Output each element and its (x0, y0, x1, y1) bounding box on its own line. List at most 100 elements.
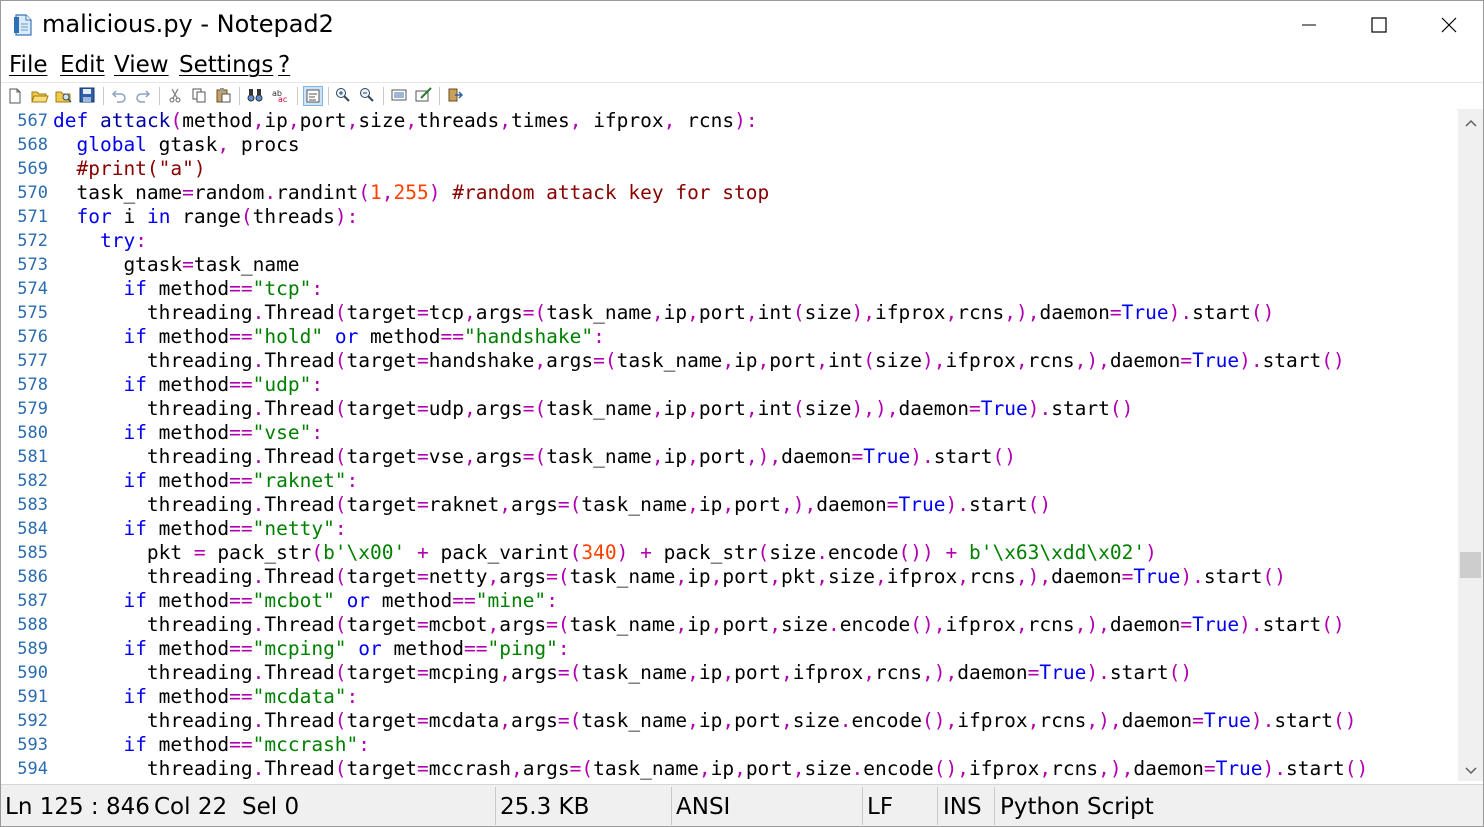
close-button[interactable] (1414, 1, 1483, 49)
code-text: if method=="hold" or method=="handshake"… (123, 325, 605, 348)
code-line[interactable]: 575 threading.Thread(target=tcp,args=(ta… (1, 301, 1457, 325)
scroll-down-button[interactable] (1458, 757, 1483, 781)
line-number: 592 (17, 711, 48, 731)
code-text: if method=="netty": (123, 517, 347, 540)
code-text: threading.Thread(target=mcping,args=(tas… (53, 661, 1193, 684)
line-number: 587 (17, 591, 48, 611)
menu-view[interactable]: View (114, 52, 169, 78)
menu-settings[interactable]: Settings (179, 52, 273, 78)
code-line[interactable]: 587 if method=="mcbot" or method=="mine"… (1, 589, 1457, 613)
line-number: 590 (17, 663, 48, 683)
zoom-in-icon[interactable] (335, 87, 353, 105)
window-title: malicious.py - Notepad2 (42, 10, 334, 38)
code-line[interactable]: 569 #print("a") (1, 157, 1457, 181)
code-line[interactable]: 585 pkt = pack_str(b'\x00' + pack_varint… (1, 541, 1457, 565)
status-divider (862, 787, 863, 825)
line-number: 567 (17, 111, 48, 131)
svg-text:ac: ac (278, 95, 287, 103)
code-line[interactable]: 584 if method=="netty": (1, 517, 1457, 541)
code-text: threading.Thread(target=netty,args=(task… (53, 565, 1287, 588)
code-line[interactable]: 577 threading.Thread(target=handshake,ar… (1, 349, 1457, 373)
code-line[interactable]: 588 threading.Thread(target=mcbot,args=(… (1, 613, 1457, 637)
exit-icon[interactable] (447, 87, 465, 105)
save-icon[interactable] (79, 87, 97, 105)
code-line[interactable]: 582 if method=="raknet": (1, 469, 1457, 493)
line-number: 574 (17, 279, 48, 299)
find-icon[interactable] (247, 87, 265, 105)
status-bar: Ln 125 : 846 Col 22 Sel 0 25.3 KB ANSI L… (1, 784, 1483, 826)
code-line[interactable]: 568 global gtask, procs (1, 133, 1457, 157)
line-number: 572 (17, 231, 48, 251)
code-line[interactable]: 593 if method=="mccrash": (1, 733, 1457, 757)
code-line[interactable]: 570 task_name=random.randint(1,255) #ran… (1, 181, 1457, 205)
zoom-out-icon[interactable] (359, 87, 377, 105)
status-scheme[interactable]: Python Script (1000, 785, 1154, 826)
customize-icon[interactable] (415, 87, 433, 105)
code-line[interactable]: 583 threading.Thread(target=raknet,args=… (1, 493, 1457, 517)
replace-icon[interactable]: ab ac (271, 87, 289, 105)
menu-file[interactable]: File (9, 52, 48, 78)
code-line[interactable]: 576 if method=="hold" or method=="handsh… (1, 325, 1457, 349)
code-text: threading.Thread(target=mccrash,args=(ta… (53, 757, 1369, 780)
minimize-button[interactable] (1274, 1, 1344, 49)
browse-icon[interactable] (55, 87, 73, 105)
code-text: threading.Thread(target=mcbot,args=(task… (53, 613, 1345, 636)
code-line[interactable]: 586 threading.Thread(target=netty,args=(… (1, 565, 1457, 589)
code-text: global gtask, procs (76, 133, 300, 156)
code-line[interactable]: 574 if method=="tcp": (1, 277, 1457, 301)
code-text: gtask=task_name (53, 253, 300, 276)
code-line[interactable]: 572 try: (1, 229, 1457, 253)
code-line[interactable]: 594 threading.Thread(target=mccrash,args… (1, 757, 1457, 781)
code-line[interactable]: 580 if method=="vse": (1, 421, 1457, 445)
code-line[interactable]: 592 threading.Thread(target=mcdata,args=… (1, 709, 1457, 733)
title-bar[interactable]: malicious.py - Notepad2 (1, 1, 1483, 49)
code-line[interactable]: 571 for i in range(threads): (1, 205, 1457, 229)
maximize-button[interactable] (1344, 1, 1414, 49)
code-line[interactable]: 578 if method=="udp": (1, 373, 1457, 397)
vertical-scrollbar[interactable] (1458, 109, 1483, 781)
code-line[interactable]: 581 threading.Thread(target=vse,args=(ta… (1, 445, 1457, 469)
word-wrap-icon[interactable] (303, 86, 323, 106)
code-line[interactable]: 567 def attack(method,ip,port,size,thread… (1, 109, 1457, 133)
code-line[interactable]: 589 if method=="mcping" or method=="ping… (1, 637, 1457, 661)
status-position: Ln 125 : 846 (5, 794, 150, 820)
code-text: if method=="mccrash": (123, 733, 371, 756)
new-icon[interactable] (7, 87, 25, 105)
status-divider (671, 787, 672, 825)
menu-edit[interactable]: Edit (60, 52, 105, 78)
menu-help[interactable]: ? (278, 52, 290, 78)
undo-icon[interactable] (111, 87, 129, 105)
code-line[interactable]: 579 threading.Thread(target=udp,args=(ta… (1, 397, 1457, 421)
status-encoding[interactable]: ANSI (676, 785, 730, 826)
code-line[interactable]: 591 if method=="mcdata": (1, 685, 1457, 709)
code-line[interactable]: 573 gtask=task_name (1, 253, 1457, 277)
code-editor[interactable]: 567 def attack(method,ip,port,size,thread… (1, 109, 1457, 781)
paste-icon[interactable] (215, 87, 233, 105)
copy-icon[interactable] (191, 87, 209, 105)
line-number: 588 (17, 615, 48, 635)
code-text: for i in range(threads): (76, 205, 359, 228)
line-number: 573 (17, 255, 48, 275)
code-text: threading.Thread(target=udp,args=(task_n… (53, 397, 1134, 420)
toolbar-separator (159, 87, 160, 105)
line-number: 580 (17, 423, 48, 443)
code-line[interactable]: 590 threading.Thread(target=mcping,args=… (1, 661, 1457, 685)
code-text: threading.Thread(target=tcp,args=(task_n… (53, 301, 1275, 324)
line-number: 575 (17, 303, 48, 323)
status-line-ending[interactable]: LF (867, 785, 893, 826)
status-file-size: 25.3 KB (500, 794, 590, 820)
line-number: 583 (17, 495, 48, 515)
notepad-file-icon (13, 13, 33, 37)
line-number: 578 (17, 375, 48, 395)
redo-icon[interactable] (135, 87, 153, 105)
toolbar-separator (297, 87, 298, 105)
code-text: threading.Thread(target=raknet,args=(tas… (53, 493, 1052, 516)
scroll-up-button[interactable] (1458, 109, 1483, 133)
open-icon[interactable] (31, 87, 49, 105)
scheme-icon[interactable] (391, 87, 409, 105)
scroll-thumb[interactable] (1460, 552, 1481, 578)
toolbar-separator (328, 87, 329, 105)
cut-icon[interactable] (167, 87, 185, 105)
toolbar-separator (439, 87, 440, 105)
status-insert-mode[interactable]: INS (943, 785, 982, 826)
